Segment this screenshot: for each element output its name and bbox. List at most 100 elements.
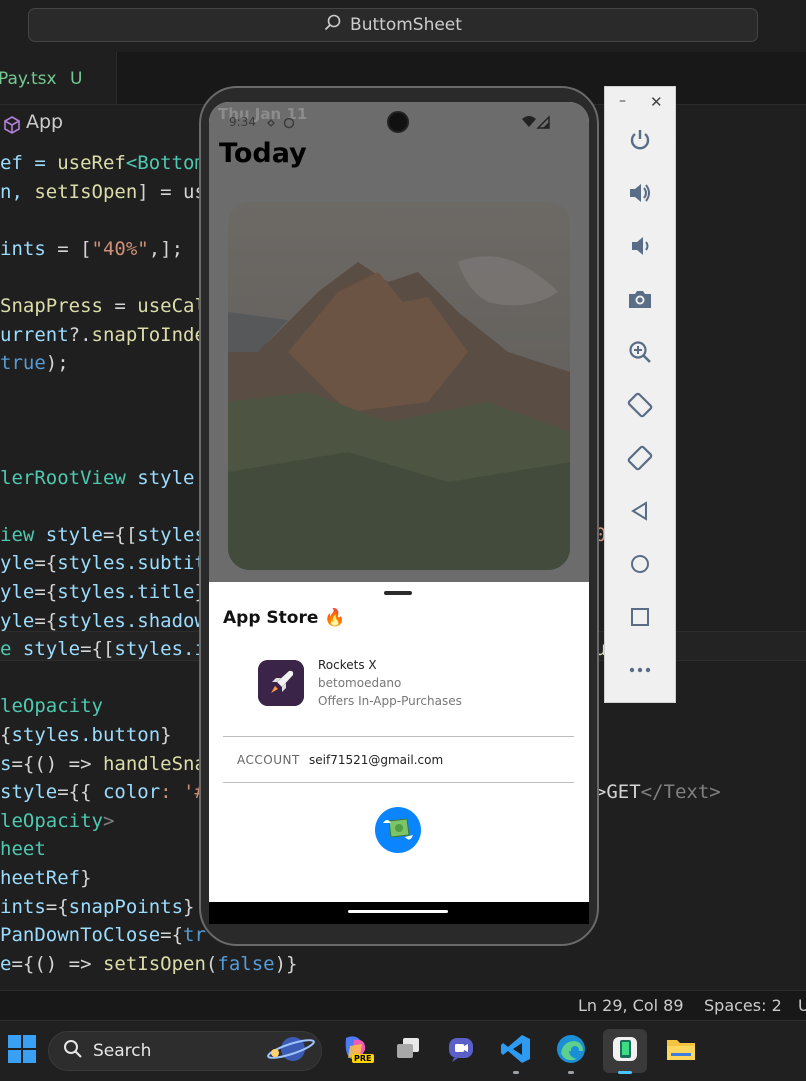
minimize-icon[interactable]: –: [619, 93, 626, 109]
home-gesture-bar[interactable]: [348, 910, 448, 913]
back-button[interactable]: [621, 494, 659, 532]
file-explorer-button[interactable]: [659, 1029, 703, 1073]
windows-taskbar: Search PRE: [0, 1020, 806, 1081]
code-line: SnapPress = useCal: [0, 292, 206, 320]
code-token: n,: [0, 180, 35, 203]
copilot-icon: PRE: [340, 1034, 374, 1068]
code-token: ,];: [148, 237, 184, 260]
close-icon[interactable]: ✕: [650, 93, 663, 111]
command-center-search[interactable]: ButtomSheet: [28, 8, 758, 42]
command-center-label: ButtomSheet: [350, 15, 462, 35]
status-overflow-text: U: [798, 996, 806, 1015]
status-bar: Ln 29, Col 89 Spaces: 2 U: [0, 990, 806, 1021]
code-line: lerRootView style: [0, 464, 194, 492]
phone-screen[interactable]: Thu Jan 11 9:34 Today App Store 🔥 Rocket…: [209, 102, 589, 924]
breadcrumb-item-app[interactable]: App: [26, 105, 63, 139]
bottom-sheet[interactable]: App Store 🔥 Rockets X betomoedano Offers…: [209, 582, 589, 902]
code-token: ={: [34, 552, 58, 575]
code-token: "40%": [91, 237, 149, 260]
zoom-button[interactable]: [621, 335, 659, 373]
code-line: {styles.button}: [0, 721, 172, 749]
task-view-icon: [393, 1034, 423, 1068]
tab-filename: Pay.tsx: [0, 69, 57, 89]
running-indicator: [568, 1071, 574, 1074]
taskbar-search-box[interactable]: Search: [48, 1031, 322, 1071]
camera-icon: [627, 286, 653, 316]
code-token: heetRef: [0, 867, 81, 889]
folder-icon: [665, 1033, 697, 1069]
rotate-left-icon: [626, 391, 654, 423]
start-button[interactable]: [0, 1029, 44, 1073]
title-bar: ButtomSheet: [0, 0, 806, 52]
vscode-app-button[interactable]: [494, 1029, 538, 1074]
code-token: ints: [0, 237, 46, 260]
code-token: style: [34, 523, 103, 546]
divider-bottom: [223, 782, 574, 783]
android-emulator-app-button[interactable]: [603, 1029, 647, 1074]
code-line: leOpacity>: [0, 807, 114, 835]
screenshot-button[interactable]: [621, 282, 659, 320]
pre-badge: PRE: [352, 1054, 374, 1063]
code-token: PanDownToClose: [0, 924, 161, 947]
code-token: );: [45, 352, 69, 375]
code-line: heetRef}: [0, 864, 92, 892]
code-token: ={: [34, 581, 58, 603]
more-dots-icon: [628, 658, 652, 686]
notification-icons: [265, 115, 295, 134]
code-token: ={: [45, 895, 69, 918]
code-line: urrent?.snapToInde: [0, 321, 206, 349]
code-token: setIsOpen: [34, 180, 138, 203]
search-highlight-icon: [261, 1033, 317, 1070]
code-token: e: [0, 638, 23, 661]
code-token: yle: [0, 581, 35, 603]
code-line: yle={styles.title}: [0, 578, 206, 606]
code-token: ={[: [80, 638, 115, 661]
code-token: iew: [0, 523, 35, 546]
overview-button[interactable]: [621, 600, 659, 638]
android-navigation-bar: [209, 902, 589, 924]
volume-up-icon: [627, 180, 653, 210]
active-indicator: [618, 1071, 632, 1074]
featured-app-image[interactable]: [228, 202, 570, 570]
code-token: ints: [0, 895, 46, 918]
camera-cutout: [387, 111, 409, 133]
rotate-right-button[interactable]: [621, 441, 659, 479]
task-view-button[interactable]: [386, 1029, 430, 1073]
code-token: ={: [160, 924, 184, 947]
volume-up-button[interactable]: [621, 176, 659, 214]
code-token: ?.: [68, 323, 92, 346]
more-options-button[interactable]: [621, 653, 659, 691]
volume-down-button[interactable]: [621, 229, 659, 267]
code-token: = [: [45, 237, 92, 260]
code-token: </Text>: [640, 781, 721, 804]
code-token: ={: [34, 609, 58, 632]
code-token: tr: [183, 924, 206, 947]
code-token: styles.button: [11, 724, 161, 746]
emulator-phone-icon: [610, 1034, 640, 1068]
wifi-signal-icon: [521, 114, 551, 133]
code-token: yle: [0, 609, 35, 632]
rotate-left-button[interactable]: [621, 388, 659, 426]
code-token: useCal: [137, 295, 206, 317]
home-button[interactable]: [621, 547, 659, 585]
power-button[interactable]: [621, 123, 659, 161]
code-token: ={() =>: [11, 952, 103, 975]
code-token: s: [0, 752, 12, 775]
code-token: yle: [0, 552, 35, 575]
emulator-controls-panel: – ✕: [604, 86, 676, 703]
status-time: 9:34: [229, 115, 256, 129]
indentation-setting[interactable]: Spaces: 2: [704, 991, 782, 1021]
cursor-position[interactable]: Ln 29, Col 89: [578, 991, 684, 1021]
code-line: leOpacity: [0, 692, 103, 720]
sheet-drag-handle[interactable]: [384, 591, 412, 595]
edge-app-button[interactable]: [549, 1029, 593, 1074]
code-token: SnapPress: [0, 295, 103, 317]
tab-pay-tsx[interactable]: Pay.tsx U: [0, 52, 117, 104]
code-token: false: [217, 952, 275, 975]
copilot-pre-app[interactable]: PRE: [333, 1029, 377, 1073]
code-token: color: [102, 781, 161, 804]
pay-money-button[interactable]: [375, 807, 421, 853]
chat-app-button[interactable]: [439, 1029, 483, 1073]
app-background: Thu Jan 11 9:34 Today: [209, 102, 589, 582]
code-token: ={() =>: [11, 752, 103, 775]
